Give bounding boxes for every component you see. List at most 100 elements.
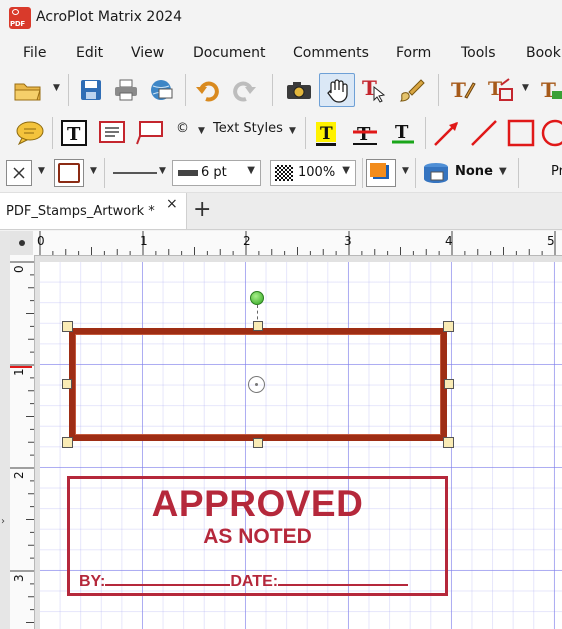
properties-button[interactable]: Pr (551, 164, 562, 179)
typewriter-button[interactable]: T (447, 74, 479, 106)
ruler-left-label: 3 (12, 574, 26, 582)
menu-view[interactable]: View (131, 45, 164, 61)
close-tab-icon[interactable]: × (166, 196, 178, 212)
cursor-position-marker (10, 366, 32, 368)
brush-icon (399, 79, 425, 102)
new-tab-button[interactable]: + (193, 197, 211, 222)
window-title: AcroPlot Matrix 2024 (36, 9, 183, 25)
select-text-button[interactable]: T (359, 74, 391, 106)
globe-mail-icon (151, 80, 173, 100)
text-frame-icon: T (61, 120, 87, 146)
email-send-button[interactable] (145, 74, 177, 106)
ruler-top-label: 2 (243, 234, 251, 248)
ruler-top-label: 3 (344, 234, 352, 248)
fill-color-button[interactable] (366, 159, 396, 187)
checkerboard-icon (275, 165, 293, 181)
menu-edit[interactable]: Edit (76, 45, 103, 61)
ellipse-icon (541, 119, 562, 147)
text-box-button[interactable]: T (485, 74, 517, 106)
line-icon (471, 120, 497, 146)
undo-button[interactable] (192, 74, 224, 106)
line-width-value: 6 pt (201, 165, 227, 180)
ruler-origin-button[interactable] (10, 231, 33, 255)
fill-color-dropdown-arrow[interactable]: ▼ (402, 166, 409, 176)
by-underline (105, 572, 231, 586)
approved-stamp[interactable]: APPROVED AS NOTED BY: DATE: (67, 476, 448, 596)
resize-handle-top[interactable] (253, 321, 263, 331)
expand-panel-icon[interactable]: › (1, 516, 5, 527)
resize-handle-bottom[interactable] (253, 438, 263, 448)
note-button[interactable] (14, 117, 46, 149)
underline-button[interactable]: T (387, 117, 419, 149)
symbol-dropdown-arrow[interactable]: ▼ (198, 126, 205, 136)
text-styles-dropdown-arrow[interactable]: ▼ (289, 126, 296, 136)
symbol-button[interactable]: © (176, 121, 189, 136)
resize-handle-right[interactable] (444, 379, 454, 389)
text-box-icon: T (488, 78, 513, 101)
center-point-marker[interactable] (248, 376, 265, 393)
text-box-tool-button[interactable]: T (58, 117, 90, 149)
properties-toolbar: ▼ ▼ ▼ 6 pt ▼ 100% ▼ ▼ None ▼ Pr (0, 154, 562, 193)
app-icon-label: PDF (10, 20, 25, 28)
menu-document[interactable]: Document (193, 45, 266, 61)
fill-select[interactable]: None ▼ (421, 159, 513, 187)
document-tab[interactable]: PDF_Stamps_Artwork * × (0, 193, 187, 229)
resize-handle-top-right[interactable] (443, 321, 454, 332)
border-color-button[interactable] (6, 160, 32, 186)
open-dropdown-arrow[interactable]: ▼ (53, 83, 60, 93)
line-color-dropdown-arrow[interactable]: ▼ (90, 166, 97, 176)
undo-icon (196, 81, 219, 102)
typewriter-icon: T (451, 78, 476, 102)
strikeout-button[interactable]: T (349, 117, 381, 149)
ellipse-tool-button[interactable] (540, 117, 562, 149)
rectangle-icon (507, 119, 535, 147)
highlight-icon: T (316, 122, 336, 146)
text-box-dropdown-arrow[interactable]: ▼ (522, 83, 529, 93)
ruler-top-label: 4 (445, 234, 453, 248)
app-icon[interactable]: PDF (9, 7, 31, 29)
line-tool-button[interactable] (468, 117, 500, 149)
ruler-left-label: 0 (12, 265, 26, 273)
horizontal-ruler: 0 1 2 3 4 5 (33, 231, 562, 256)
database-icon (424, 163, 448, 183)
stamp-by-label: BY: (79, 573, 106, 590)
opacity-select[interactable]: 100% ▼ (270, 160, 356, 186)
snapshot-button[interactable] (283, 74, 315, 106)
fill-select-value: None (455, 164, 493, 179)
callout-button[interactable] (96, 117, 128, 149)
resize-handle-bottom-left[interactable] (62, 437, 73, 448)
svg-text:T: T (395, 122, 409, 143)
rectangle-tool-button[interactable] (505, 117, 537, 149)
callout-arrow-button[interactable] (134, 117, 166, 149)
text-tool-icon: T (541, 78, 562, 102)
printer-icon (115, 79, 137, 101)
line-width-select[interactable]: 6 pt ▼ (172, 160, 261, 186)
menu-form[interactable]: Form (396, 45, 431, 61)
document-tab-label: PDF_Stamps_Artwork * (6, 204, 155, 219)
rotate-handle[interactable] (250, 291, 264, 305)
menu-bookmarks[interactable]: Bookm (526, 45, 562, 61)
menu-file[interactable]: File (23, 45, 46, 61)
open-folder-button[interactable] (12, 74, 44, 106)
resize-handle-bottom-right[interactable] (443, 437, 454, 448)
line-style-dropdown-arrow[interactable]: ▼ (159, 166, 166, 176)
highlight-button[interactable]: T (311, 117, 343, 149)
brush-tool-button[interactable] (395, 74, 427, 106)
hand-tool-button[interactable] (319, 73, 355, 107)
resize-handle-top-left[interactable] (62, 321, 73, 332)
text-tool-button[interactable]: T (536, 74, 562, 106)
underline-icon: T (392, 122, 414, 144)
camera-icon (287, 82, 311, 99)
border-color-dropdown-arrow[interactable]: ▼ (38, 166, 45, 176)
hand-icon (327, 79, 348, 103)
arrow-tool-button[interactable] (431, 117, 463, 149)
menu-comments[interactable]: Comments (293, 45, 369, 61)
menu-tools[interactable]: Tools (461, 45, 496, 61)
line-color-button[interactable] (54, 159, 84, 187)
redo-button[interactable] (228, 74, 260, 106)
resize-handle-left[interactable] (62, 379, 72, 389)
save-button[interactable] (75, 74, 107, 106)
line-style-button[interactable] (109, 160, 159, 186)
text-styles-button[interactable]: Text Styles (213, 121, 283, 136)
print-button[interactable] (110, 74, 142, 106)
